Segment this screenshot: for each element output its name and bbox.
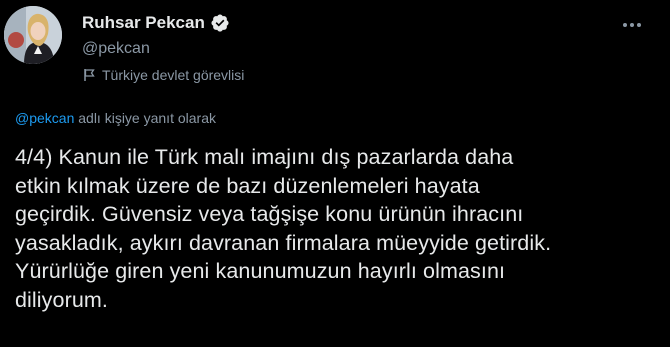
tweet-text-line: yasakladık, aykırı davranan firmalara mü…: [15, 230, 552, 255]
tweet-text-line: etkin kılmak üzere de bazı düzenlemeleri…: [15, 173, 480, 198]
tweet-header: Ruhsar Pekcan @pekcan Türkiye devlet gör…: [82, 12, 244, 83]
tweet-text: 4/4) Kanun ile Türk malı imajını dış paz…: [15, 143, 665, 315]
tweet-card: Ruhsar Pekcan @pekcan Türkiye devlet gör…: [0, 0, 670, 347]
government-label-text: Türkiye devlet görevlisi: [102, 67, 245, 83]
reply-context-text: adlı kişiye yanıt olarak: [74, 110, 216, 126]
name-row: Ruhsar Pekcan: [82, 12, 244, 34]
flag-icon: [82, 68, 96, 82]
tweet-text-line: diliyorum.: [15, 287, 108, 312]
tweet-text-line: geçirdik. Güvensiz veya tağşişe konu ürü…: [15, 202, 524, 227]
tweet-text-line: Yürürlüğe giren yeni kanunumuzun hayırlı…: [15, 259, 506, 284]
reply-context: @pekcan adlı kişiye yanıt olarak: [15, 110, 216, 126]
author-handle[interactable]: @pekcan: [82, 40, 244, 58]
verified-badge-icon: [210, 13, 230, 33]
display-name[interactable]: Ruhsar Pekcan: [82, 13, 205, 33]
profile-photo-icon: [4, 6, 62, 64]
government-label: Türkiye devlet görevlisi: [82, 67, 244, 83]
more-dot-icon: [630, 23, 634, 27]
reply-mention-link[interactable]: @pekcan: [15, 110, 74, 126]
more-dot-icon: [623, 23, 627, 27]
avatar[interactable]: [4, 6, 62, 64]
tweet-text-line: 4/4) Kanun ile Türk malı imajını dış paz…: [15, 145, 514, 169]
more-dot-icon: [637, 23, 641, 27]
more-options-button[interactable]: [618, 16, 646, 34]
